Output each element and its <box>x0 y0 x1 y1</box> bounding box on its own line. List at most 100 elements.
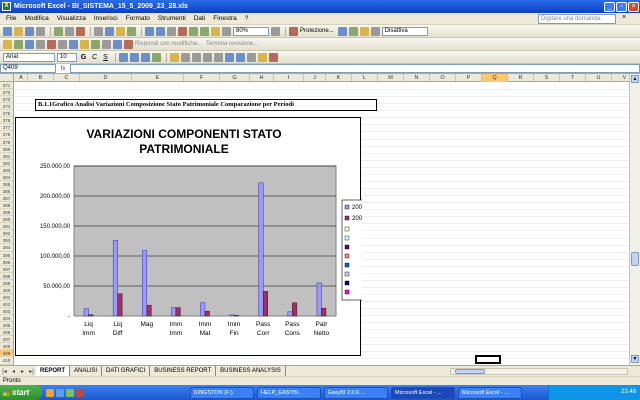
print-preview-icon[interactable] <box>65 26 74 36</box>
row-header[interactable]: 406 <box>0 329 13 337</box>
menu-help[interactable]: ? <box>241 15 253 22</box>
print-icon[interactable] <box>54 26 63 36</box>
currency-icon[interactable] <box>170 52 179 62</box>
decrease-decimal-icon[interactable] <box>214 52 223 62</box>
decrease-indent-icon[interactable] <box>225 52 234 62</box>
row-header[interactable]: 376 <box>0 117 13 125</box>
row-header[interactable]: 386 <box>0 188 13 195</box>
column-header[interactable]: B <box>28 74 54 82</box>
font-color-icon[interactable] <box>269 52 278 62</box>
row-header[interactable]: 389 <box>0 209 13 217</box>
row-header[interactable]: 404 <box>0 315 13 323</box>
menu-formato[interactable]: Formato <box>122 15 154 22</box>
undo-icon[interactable] <box>145 26 154 36</box>
row-header[interactable]: 408 <box>0 343 13 351</box>
review-icon[interactable] <box>36 39 45 49</box>
row-header[interactable]: 377 <box>0 124 13 132</box>
column-header[interactable]: G <box>220 74 250 82</box>
row-header[interactable]: 387 <box>0 195 13 203</box>
help-search-input[interactable]: Digitare una domanda. <box>538 14 616 24</box>
scroll-up-icon[interactable]: ▲ <box>631 75 639 83</box>
row-header[interactable]: 400 <box>0 287 13 294</box>
increase-decimal-icon[interactable] <box>203 52 212 62</box>
minimize-button[interactable]: _ <box>604 1 615 12</box>
row-header[interactable]: 402 <box>0 301 13 308</box>
review-icon[interactable] <box>69 39 78 49</box>
column-header[interactable]: R <box>508 74 534 82</box>
hscroll-thumb[interactable] <box>455 369 485 374</box>
row-header[interactable]: 373 <box>0 96 13 104</box>
fx-icon[interactable]: fx <box>56 66 70 72</box>
row-header[interactable]: 409 <box>0 350 13 358</box>
menu-inserisci[interactable]: Inserisci <box>90 15 122 22</box>
sort-desc-icon[interactable] <box>200 26 209 36</box>
protection-icon[interactable] <box>289 26 298 36</box>
desktop-icon[interactable] <box>66 388 74 397</box>
align-right-icon[interactable] <box>141 52 150 62</box>
redo-icon[interactable] <box>156 26 165 36</box>
column-header[interactable]: Q <box>482 74 508 82</box>
tool-icon[interactable] <box>348 26 358 36</box>
column-header[interactable]: D <box>80 74 132 82</box>
tool-icon[interactable] <box>337 26 347 36</box>
open-icon[interactable] <box>14 26 23 36</box>
row-header[interactable]: 394 <box>0 244 13 252</box>
review-icon[interactable] <box>47 39 56 49</box>
review-icon[interactable] <box>25 39 34 49</box>
column-header[interactable]: O <box>430 74 456 82</box>
align-left-icon[interactable] <box>119 52 128 62</box>
copy-icon[interactable] <box>105 26 114 36</box>
selected-cell[interactable] <box>475 355 501 364</box>
next-sheet-icon[interactable]: ▸ <box>18 368 27 375</box>
menu-strumenti[interactable]: Strumenti <box>154 15 190 22</box>
row-header[interactable]: 396 <box>0 259 13 266</box>
row-header[interactable]: 380 <box>0 146 13 153</box>
row-header[interactable]: 388 <box>0 202 13 210</box>
menu-visualizza[interactable]: Visualizza <box>53 15 90 22</box>
column-header[interactable]: T <box>560 74 586 82</box>
first-sheet-icon[interactable]: |◂ <box>0 368 9 375</box>
row-header[interactable]: 374 <box>0 103 13 111</box>
formula-input[interactable] <box>70 64 640 73</box>
close-workbook-icon[interactable]: × <box>622 14 626 21</box>
align-center-icon[interactable] <box>130 52 139 62</box>
increase-indent-icon[interactable] <box>236 52 245 62</box>
tab-analisi[interactable]: ANALISI <box>70 366 103 376</box>
column-header[interactable]: J <box>304 74 326 82</box>
tab-report[interactable]: REPORT <box>36 366 71 376</box>
drawing-icon[interactable] <box>222 26 231 36</box>
merge-center-icon[interactable] <box>152 52 161 62</box>
column-header[interactable]: I <box>274 74 304 82</box>
vertical-scrollbar[interactable]: ▲ ▼ <box>629 74 640 365</box>
mail-icon[interactable] <box>56 388 64 397</box>
row-header[interactable]: 403 <box>0 308 13 316</box>
scroll-down-icon[interactable]: ▼ <box>631 355 639 363</box>
column-header[interactable]: F <box>184 74 220 82</box>
review-icon[interactable] <box>124 39 133 49</box>
taskbar-item-easybi[interactable]: EasyBI 2.0.6 ... <box>324 386 388 399</box>
menu-file[interactable]: File <box>2 15 20 22</box>
help-icon[interactable] <box>271 26 280 36</box>
review-icon[interactable] <box>113 39 122 49</box>
row-header[interactable]: 405 <box>0 322 13 330</box>
column-header[interactable]: U <box>586 74 612 82</box>
row-header[interactable]: 393 <box>0 237 13 245</box>
row-header[interactable]: 381 <box>0 153 13 160</box>
row-header[interactable]: 397 <box>0 266 13 273</box>
row-header[interactable]: 378 <box>0 131 13 139</box>
review-icon[interactable] <box>80 39 89 49</box>
column-header[interactable]: E <box>132 74 184 82</box>
taskbar-item-excel-2[interactable]: Microsoft Excel - ... <box>458 386 522 399</box>
tab-dati-grafici[interactable]: DATI GRAFICI <box>102 366 151 376</box>
chart-wizard-icon[interactable] <box>211 26 220 36</box>
row-header[interactable]: 385 <box>0 181 13 188</box>
column-header[interactable]: C <box>54 74 80 82</box>
thousands-icon[interactable] <box>192 52 201 62</box>
close-button[interactable]: × <box>628 1 639 12</box>
review-icon[interactable] <box>58 39 67 49</box>
scroll-thumb[interactable] <box>631 252 639 266</box>
review-icon[interactable] <box>14 39 23 49</box>
row-header[interactable]: 372 <box>0 89 13 97</box>
spelling-icon[interactable] <box>76 26 85 36</box>
row-header[interactable]: 407 <box>0 336 13 344</box>
